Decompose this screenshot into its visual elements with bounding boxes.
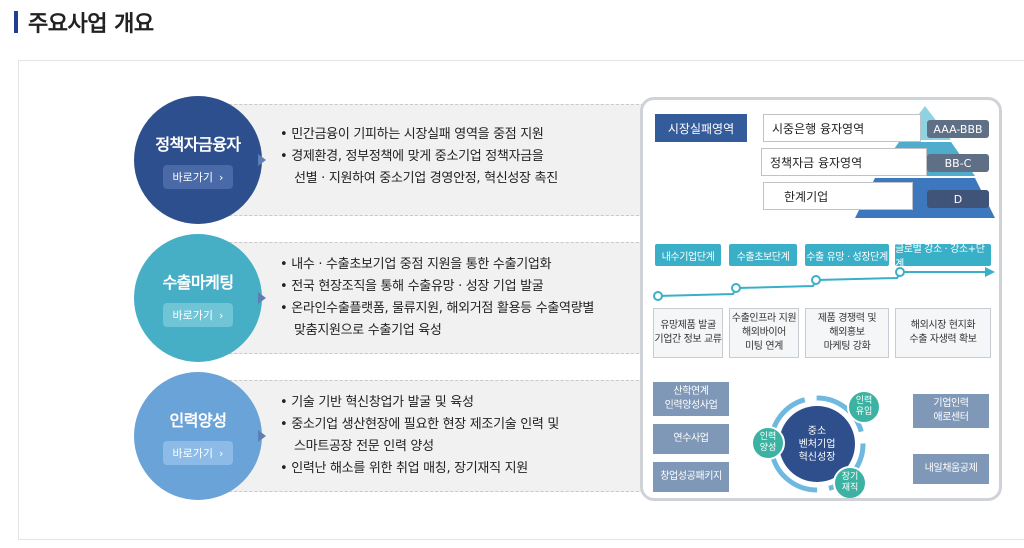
box-line: 해외홍보 xyxy=(829,327,865,338)
pyramid-label: 시중은행 융자영역 xyxy=(772,121,865,136)
box-line: 마케팅 강화 xyxy=(823,341,871,352)
center-line: 벤처기업 xyxy=(798,438,836,450)
bullet-item: • 내수 · 수출초보기업 중점 지원을 통한 수출기업화 xyxy=(280,257,552,272)
stage-label: 내수기업단계 xyxy=(655,244,721,266)
stage-label: 수출초보단계 xyxy=(729,244,797,266)
center-line: 혁신성장 xyxy=(798,451,836,463)
export-marketing-title: 수출마케팅 xyxy=(162,273,234,292)
support-center-box: 기업인력애로센터 xyxy=(913,394,989,428)
center-line: 중소 xyxy=(807,425,827,437)
box-line: 연수사업 xyxy=(673,433,709,444)
chevron-right-icon: › xyxy=(219,446,224,460)
workforce-shortcut-button[interactable]: 바로가기 › xyxy=(163,441,233,465)
pyramid-label: 한계기업 xyxy=(784,189,829,204)
stage-label: 글로벌 강소 · 강소+단계 xyxy=(895,244,991,270)
pyramid-label: 정책자금 융자영역 xyxy=(770,155,863,170)
stage-label: 수출 유망 · 성장단계 xyxy=(805,244,889,266)
box-line: 유망제품 발굴 xyxy=(660,320,716,331)
box-line: 수출인프라 지원 xyxy=(731,313,797,324)
triangle-right-icon xyxy=(258,154,266,166)
business-row-policy-fund: 정책자금융자 바로가기 › • 민간금융이 기피하는 시장실패 영역을 중점 지… xyxy=(134,96,644,224)
stage-support-box: 제품 경쟁력 및해외홍보마케팅 강화 xyxy=(805,308,889,358)
program-box: 창업성공패키지 xyxy=(653,462,729,492)
circle-line: 재직 xyxy=(841,483,859,493)
circle-line: 유입 xyxy=(855,407,873,417)
bullet-item: 스마트공장 전문 인력 양성 xyxy=(294,439,434,454)
stage-support-box: 유망제품 발굴기업간 정보 교류 xyxy=(653,308,723,358)
box-line: 수출 자생력 확보 xyxy=(909,334,977,345)
title-accent-bar xyxy=(14,11,18,33)
training-circle: 인력 양성 xyxy=(751,426,785,460)
stage-dot xyxy=(811,275,821,285)
box-line: 애로센터 xyxy=(933,412,969,423)
stage-dot xyxy=(653,291,663,301)
shortcut-label: 바로가기 xyxy=(172,309,214,322)
box-line: 내일채움공제 xyxy=(924,463,978,474)
box-line: 산학연계 xyxy=(673,386,709,397)
stage-dot xyxy=(731,283,741,293)
box-line: 해외바이어 xyxy=(741,327,786,338)
box-line: 미팅 연계 xyxy=(745,341,783,352)
page-title-text: 주요사업 개요 xyxy=(28,12,154,37)
market-failure-tag: 시장실패영역 xyxy=(655,114,747,142)
bullet-item: • 기술 기반 혁신창업가 발굴 및 육성 xyxy=(280,395,474,410)
bullet-item: • 인력난 해소를 위한 취업 매칭, 장기재직 지원 xyxy=(280,461,528,476)
box-line: 인력양성사업 xyxy=(664,400,718,411)
overview-diagram-panel: 시장실패영역 시중은행 융자영역 AAA-BBB 정책자금 융자영역 BB-C … xyxy=(640,97,1002,501)
circle-line: 인력 xyxy=(855,396,873,406)
chevron-right-icon: › xyxy=(219,308,224,322)
retention-circle: 장기 재직 xyxy=(833,466,867,498)
chevron-right-icon: › xyxy=(219,170,224,184)
growth-path-line xyxy=(656,267,995,297)
grade-badge: BB-C xyxy=(927,154,989,172)
bullet-item: • 온라인수출플랫폼, 물류지원, 해외거점 활용등 수출역량별 xyxy=(280,301,595,316)
stage-support-box: 수출인프라 지원해외바이어미팅 연계 xyxy=(729,308,799,358)
bullet-item: • 민간금융이 기피하는 시장실패 영역을 중점 지원 xyxy=(280,127,544,142)
program-box: 산학연계인력양성사업 xyxy=(653,382,729,416)
workforce-title: 인력양성 xyxy=(169,411,227,430)
shortcut-label: 바로가기 xyxy=(172,447,214,460)
workforce-circle: 인력양성 바로가기 › xyxy=(134,372,262,500)
policy-fund-circle: 정책자금융자 바로가기 › xyxy=(134,96,262,224)
business-row-workforce: 인력양성 바로가기 › • 기술 기반 혁신창업가 발굴 및 육성 • 중소기업… xyxy=(134,372,644,500)
policy-fund-bullets: • 민간금융이 기피하는 시장실패 영역을 중점 지원 • 경제환경, 정부정책… xyxy=(280,124,640,190)
box-line: 해외시장 현지화 xyxy=(910,320,976,331)
stage-dot xyxy=(895,267,905,277)
pyramid-row-marginal: 한계기업 xyxy=(763,182,913,210)
business-row-export-marketing: 수출마케팅 바로가기 › • 내수 · 수출초보기업 중점 지원을 통한 수출기… xyxy=(134,234,644,362)
mutual-aid-box: 내일채움공제 xyxy=(913,454,989,484)
export-marketing-bullets: • 내수 · 수출초보기업 중점 지원을 통한 수출기업화 • 전국 현장조직을… xyxy=(280,254,640,342)
inflow-circle: 인력 유입 xyxy=(847,390,881,424)
page-title: 주요사업 개요 xyxy=(14,8,154,37)
circle-line: 양성 xyxy=(759,443,777,453)
box-line: 창업성공패키지 xyxy=(660,471,722,482)
bullet-item: 선별 · 지원하여 중소기업 경영안정, 혁신성장 촉진 xyxy=(294,171,558,186)
pyramid-row-policy: 정책자금 융자영역 xyxy=(761,148,927,176)
stage-support-box: 해외시장 현지화수출 자생력 확보 xyxy=(895,308,991,358)
bullet-item: 맞춤지원으로 수출기업 육성 xyxy=(294,323,442,338)
policy-fund-title: 정책자금융자 xyxy=(155,135,241,154)
export-marketing-circle: 수출마케팅 바로가기 › xyxy=(134,234,262,362)
program-box: 연수사업 xyxy=(653,424,729,454)
box-line: 제품 경쟁력 및 xyxy=(817,313,877,324)
workforce-bullets: • 기술 기반 혁신창업가 발굴 및 육성 • 중소기업 생산현장에 필요한 현… xyxy=(280,392,640,480)
box-line: 기업간 정보 교류 xyxy=(654,334,722,345)
bullet-item: • 경제환경, 정부정책에 맞게 중소기업 정책자금을 xyxy=(280,149,544,164)
grade-badge: AAA-BBB xyxy=(927,120,989,138)
bullet-item: • 중소기업 생산현장에 필요한 현장 제조기술 인력 및 xyxy=(280,417,560,432)
policy-fund-shortcut-button[interactable]: 바로가기 › xyxy=(163,165,233,189)
triangle-right-icon xyxy=(258,430,266,442)
export-marketing-shortcut-button[interactable]: 바로가기 › xyxy=(163,303,233,327)
pyramid-row-commercial: 시중은행 융자영역 xyxy=(763,114,921,142)
circle-line: 인력 xyxy=(759,432,777,442)
triangle-right-icon xyxy=(258,292,266,304)
circle-line: 장기 xyxy=(841,472,859,482)
box-line: 기업인력 xyxy=(933,398,969,409)
shortcut-label: 바로가기 xyxy=(172,171,214,184)
grade-badge: D xyxy=(927,190,989,208)
bullet-item: • 전국 현장조직을 통해 수출유망 · 성장 기업 발굴 xyxy=(280,279,544,294)
